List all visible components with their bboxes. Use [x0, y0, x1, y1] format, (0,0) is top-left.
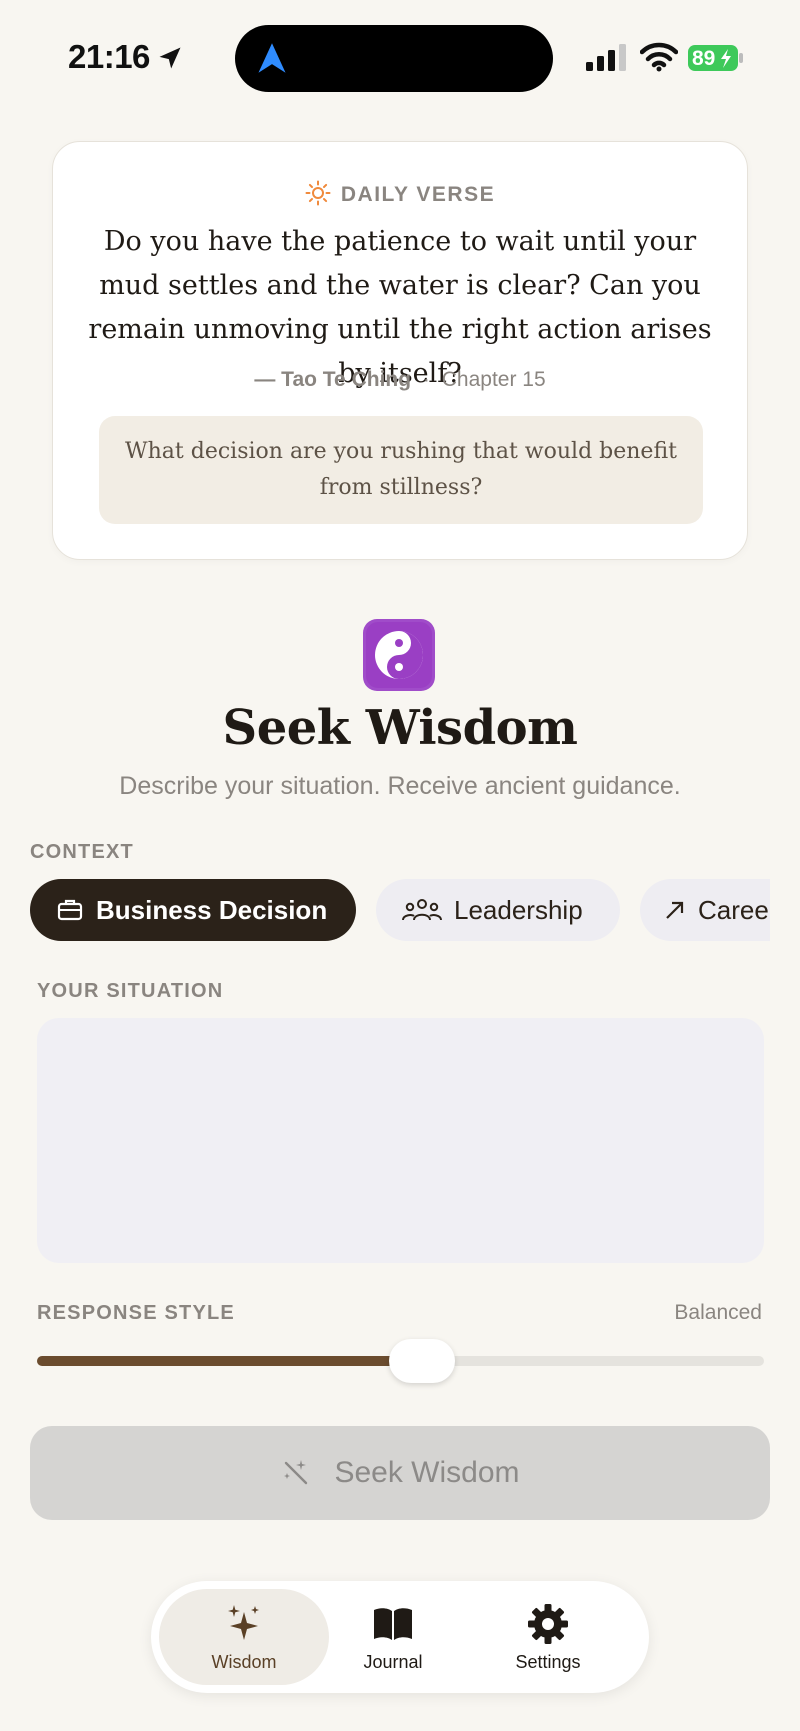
chip-leadership[interactable]: Leadership: [376, 879, 620, 941]
battery-level: 89: [692, 47, 716, 70]
daily-verse-header: DAILY VERSE: [53, 180, 747, 207]
context-chip-row: Business Decision Leadership Caree: [0, 879, 770, 941]
wifi-icon: [640, 42, 678, 72]
gear-icon: [528, 1603, 568, 1644]
slider-fill: [37, 1356, 423, 1366]
response-style-slider[interactable]: [37, 1339, 764, 1383]
chip-business-decision[interactable]: Business Decision: [30, 879, 356, 941]
chip-career[interactable]: Caree: [640, 879, 770, 941]
dynamic-island: [235, 25, 553, 92]
situation-input[interactable]: [37, 1018, 764, 1263]
verse-book: — Tao Te Ching: [254, 368, 412, 391]
tab-wisdom-label: Wisdom: [211, 1651, 277, 1672]
navigation-icon: [258, 43, 286, 73]
yin-yang-icon: [363, 619, 435, 691]
tab-journal[interactable]: Journal: [323, 1589, 463, 1685]
arrow-up-right-icon: [666, 901, 684, 919]
reflection-prompt: What decision are you rushing that would…: [99, 416, 703, 524]
chip-business-decision-label: Business Decision: [96, 894, 328, 925]
tab-settings[interactable]: Settings: [478, 1589, 618, 1685]
book-icon: [374, 1607, 412, 1640]
tab-settings-label: Settings: [515, 1651, 581, 1672]
verse-separator: ·: [422, 368, 430, 391]
battery-indicator: 89: [688, 43, 744, 73]
location-arrow-icon: [159, 47, 181, 69]
chip-career-label: Caree: [698, 894, 769, 925]
slider-thumb[interactable]: [389, 1339, 456, 1383]
sparkles-icon: [228, 1604, 259, 1640]
page-title: Seek Wisdom: [222, 700, 578, 756]
tab-wisdom[interactable]: Wisdom: [159, 1589, 329, 1685]
bottom-tab-bar: Wisdom Journal Settings: [151, 1581, 649, 1693]
tab-journal-label: Journal: [363, 1651, 423, 1672]
situation-label: YOUR SITUATION: [37, 980, 224, 1002]
response-style-label: RESPONSE STYLE: [37, 1302, 235, 1324]
page-subtitle: Describe your situation. Receive ancient…: [119, 772, 681, 800]
chip-leadership-label: Leadership: [454, 894, 583, 925]
status-bar: 21:16 89: [0, 0, 800, 120]
magic-wand-icon: [284, 1460, 308, 1485]
daily-verse-label: DAILY VERSE: [340, 183, 496, 206]
daily-verse-card: DAILY VERSE Do you have the patience to …: [52, 141, 748, 560]
people-icon: [402, 899, 442, 921]
status-time: 21:16: [68, 38, 150, 75]
sun-icon: [305, 180, 331, 206]
verse-chapter: Chapter 15: [441, 368, 546, 391]
seek-wisdom-button-label: Seek Wisdom: [334, 1456, 520, 1489]
briefcase-icon: [57, 899, 83, 921]
context-label: CONTEXT: [30, 841, 134, 863]
seek-wisdom-button[interactable]: Seek Wisdom: [30, 1426, 770, 1520]
verse-source: — Tao Te Ching · Chapter 15: [53, 368, 747, 392]
response-style-value: Balanced: [674, 1301, 762, 1324]
cellular-signal-icon: [586, 44, 626, 71]
